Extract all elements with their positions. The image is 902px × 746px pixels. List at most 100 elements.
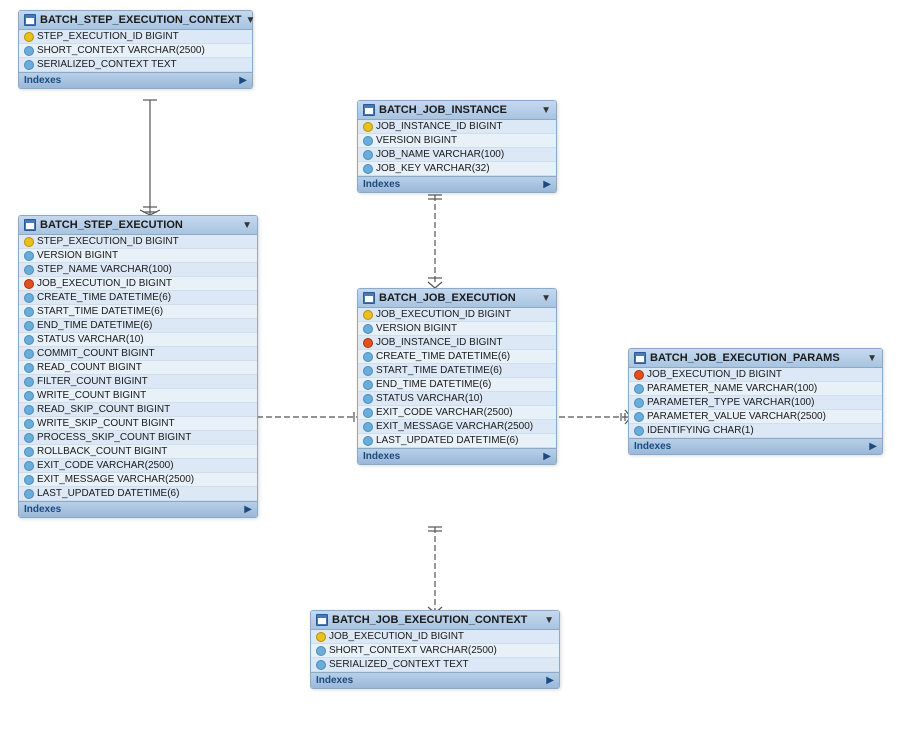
table-arrow: ▼ xyxy=(867,353,877,364)
field-name: LAST_UPDATED DATETIME(6) xyxy=(376,435,518,446)
field-icon-nullable xyxy=(24,307,34,317)
footer-label: Indexes xyxy=(316,675,353,686)
field-name: PARAMETER_NAME VARCHAR(100) xyxy=(647,383,817,394)
table-icon xyxy=(363,292,375,304)
table-row: START_TIME DATETIME(6) xyxy=(358,364,556,378)
table-row: LAST_UPDATED DATETIME(6) xyxy=(19,487,257,501)
field-name: SHORT_CONTEXT VARCHAR(2500) xyxy=(329,645,497,656)
table-row: ROLLBACK_COUNT BIGINT xyxy=(19,445,257,459)
field-name: IDENTIFYING CHAR(1) xyxy=(647,425,754,436)
table-row: EXIT_MESSAGE VARCHAR(2500) xyxy=(19,473,257,487)
table-batch-step-execution-context[interactable]: BATCH_STEP_EXECUTION_CONTEXT ▼ STEP_EXEC… xyxy=(18,10,253,89)
field-icon-nullable xyxy=(363,324,373,334)
table-footer[interactable]: Indexes ▶ xyxy=(19,501,257,517)
field-name: STEP_EXECUTION_ID BIGINT xyxy=(37,31,179,42)
table-batch-step-execution[interactable]: BATCH_STEP_EXECUTION ▼ STEP_EXECUTION_ID… xyxy=(18,215,258,518)
table-row: STATUS VARCHAR(10) xyxy=(358,392,556,406)
table-arrow: ▼ xyxy=(541,293,551,304)
table-header: BATCH_JOB_EXECUTION ▼ xyxy=(358,289,556,308)
field-name: COMMIT_COUNT BIGINT xyxy=(37,348,155,359)
table-title: BATCH_JOB_INSTANCE xyxy=(379,104,537,116)
field-icon-nullable xyxy=(363,394,373,404)
table-row: STATUS VARCHAR(10) xyxy=(19,333,257,347)
field-icon-nullable xyxy=(363,164,373,174)
field-icon-nullable xyxy=(24,251,34,261)
footer-arrow: ▶ xyxy=(543,451,551,462)
field-icon-key xyxy=(363,310,373,320)
field-name: WRITE_SKIP_COUNT BIGINT xyxy=(37,418,175,429)
table-batch-job-instance[interactable]: BATCH_JOB_INSTANCE ▼ JOB_INSTANCE_ID BIG… xyxy=(357,100,557,193)
table-arrow: ▼ xyxy=(246,15,256,26)
field-name: PARAMETER_VALUE VARCHAR(2500) xyxy=(647,411,826,422)
table-row: STEP_EXECUTION_ID BIGINT xyxy=(19,30,252,44)
table-batch-job-execution-params[interactable]: BATCH_JOB_EXECUTION_PARAMS ▼ JOB_EXECUTI… xyxy=(628,348,883,455)
table-row: JOB_EXECUTION_ID BIGINT xyxy=(358,308,556,322)
field-name: FILTER_COUNT BIGINT xyxy=(37,376,148,387)
table-row: STEP_NAME VARCHAR(100) xyxy=(19,263,257,277)
table-row: PROCESS_SKIP_COUNT BIGINT xyxy=(19,431,257,445)
table-row: JOB_INSTANCE_ID BIGINT xyxy=(358,336,556,350)
footer-arrow: ▶ xyxy=(543,179,551,190)
field-icon-nullable xyxy=(24,419,34,429)
field-icon-nullable xyxy=(363,366,373,376)
field-icon-key-red xyxy=(363,338,373,348)
field-name: SERIALIZED_CONTEXT TEXT xyxy=(329,659,469,670)
field-icon-nullable xyxy=(24,349,34,359)
field-icon-nullable xyxy=(363,380,373,390)
field-icon-nullable xyxy=(363,150,373,160)
table-row: EXIT_MESSAGE VARCHAR(2500) xyxy=(358,420,556,434)
field-name: STATUS VARCHAR(10) xyxy=(37,334,144,345)
field-icon-key-red xyxy=(24,279,34,289)
table-footer[interactable]: Indexes ▶ xyxy=(629,438,882,454)
diagram-canvas: BATCH_STEP_EXECUTION_CONTEXT ▼ STEP_EXEC… xyxy=(0,0,902,746)
field-icon-nullable xyxy=(24,405,34,415)
table-batch-job-execution-context[interactable]: BATCH_JOB_EXECUTION_CONTEXT ▼ JOB_EXECUT… xyxy=(310,610,560,689)
table-footer[interactable]: Indexes ▶ xyxy=(311,672,559,688)
field-icon-key-red xyxy=(634,370,644,380)
field-icon-nullable xyxy=(24,377,34,387)
table-row: PARAMETER_VALUE VARCHAR(2500) xyxy=(629,410,882,424)
field-name: READ_SKIP_COUNT BIGINT xyxy=(37,404,170,415)
table-footer[interactable]: Indexes ▶ xyxy=(358,176,556,192)
table-batch-job-execution[interactable]: BATCH_JOB_EXECUTION ▼ JOB_EXECUTION_ID B… xyxy=(357,288,557,465)
field-icon-key xyxy=(316,632,326,642)
table-icon xyxy=(634,352,646,364)
table-row: JOB_NAME VARCHAR(100) xyxy=(358,148,556,162)
table-footer[interactable]: Indexes ▶ xyxy=(358,448,556,464)
table-row: PARAMETER_NAME VARCHAR(100) xyxy=(629,382,882,396)
field-icon-nullable xyxy=(24,46,34,56)
table-icon xyxy=(24,219,36,231)
field-name: JOB_EXECUTION_ID BIGINT xyxy=(329,631,464,642)
field-icon-nullable xyxy=(316,646,326,656)
field-name: READ_COUNT BIGINT xyxy=(37,362,142,373)
table-title: BATCH_STEP_EXECUTION xyxy=(40,219,238,231)
table-footer[interactable]: Indexes ▶ xyxy=(19,72,252,88)
field-icon-nullable xyxy=(316,660,326,670)
table-row: VERSION BIGINT xyxy=(358,134,556,148)
footer-arrow: ▶ xyxy=(244,504,252,515)
footer-arrow: ▶ xyxy=(239,75,247,86)
table-row: STEP_EXECUTION_ID BIGINT xyxy=(19,235,257,249)
table-row: END_TIME DATETIME(6) xyxy=(358,378,556,392)
table-row: VERSION BIGINT xyxy=(358,322,556,336)
field-icon-nullable xyxy=(634,412,644,422)
field-name: END_TIME DATETIME(6) xyxy=(37,320,152,331)
footer-label: Indexes xyxy=(363,179,400,190)
field-name: JOB_EXECUTION_ID BIGINT xyxy=(37,278,172,289)
table-row: JOB_INSTANCE_ID BIGINT xyxy=(358,120,556,134)
field-icon-nullable xyxy=(24,335,34,345)
field-name: EXIT_CODE VARCHAR(2500) xyxy=(37,460,174,471)
table-row: SERIALIZED_CONTEXT TEXT xyxy=(311,658,559,672)
field-name: WRITE_COUNT BIGINT xyxy=(37,390,146,401)
field-name: JOB_KEY VARCHAR(32) xyxy=(376,163,490,174)
table-row: WRITE_COUNT BIGINT xyxy=(19,389,257,403)
table-title: BATCH_STEP_EXECUTION_CONTEXT xyxy=(40,14,242,26)
field-name: JOB_EXECUTION_ID BIGINT xyxy=(647,369,782,380)
table-row: JOB_EXECUTION_ID BIGINT xyxy=(629,368,882,382)
footer-label: Indexes xyxy=(24,504,61,515)
field-icon-key xyxy=(363,122,373,132)
table-icon xyxy=(24,14,36,26)
field-name: VERSION BIGINT xyxy=(376,135,457,146)
table-row: COMMIT_COUNT BIGINT xyxy=(19,347,257,361)
field-name: ROLLBACK_COUNT BIGINT xyxy=(37,446,167,457)
